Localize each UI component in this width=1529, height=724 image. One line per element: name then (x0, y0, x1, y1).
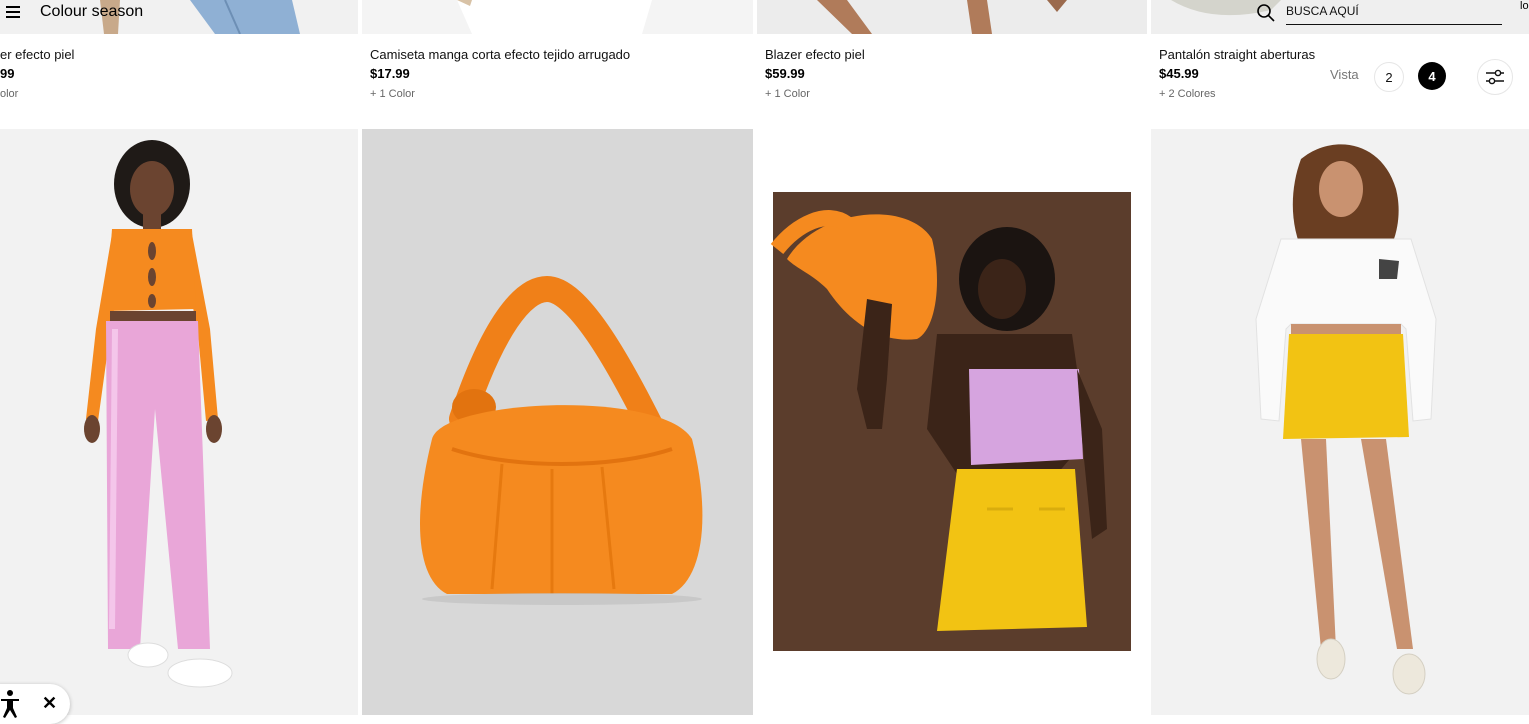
view-2-label: 2 (1385, 69, 1393, 85)
close-icon: ✕ (42, 693, 58, 713)
page-title: Colour season (40, 3, 144, 20)
search-button[interactable] (1256, 3, 1276, 23)
product-name: Pantalón straight aberturas (1159, 47, 1316, 62)
product-card-4-info[interactable]: Pantalón straight aberturas $45.99 + 2 C… (1159, 47, 1319, 107)
orange-bag-image (362, 129, 753, 715)
view-2-columns-button[interactable]: 2 (1374, 62, 1404, 92)
model-pink-pants-image (0, 129, 358, 715)
product-image-top-2[interactable] (362, 0, 753, 34)
product-name: Camiseta manga corta efecto tejido arrug… (370, 47, 631, 62)
product-name: er efecto piel (0, 47, 75, 62)
product-image-orange-bag[interactable] (362, 129, 753, 715)
product-card-1-info[interactable]: er efecto piel 99 olor (0, 47, 355, 107)
product-image-top-3[interactable] (757, 0, 1147, 34)
legs-image (757, 0, 1147, 34)
filter-button[interactable] (1477, 59, 1513, 95)
product-name: Blazer efecto piel (765, 47, 865, 62)
view-4-columns-button[interactable]: 4 (1418, 62, 1446, 90)
edge-link-fragment[interactable]: lo (1520, 0, 1529, 16)
product-card-3-info[interactable]: Blazer efecto piel $59.99 + 1 Color (765, 47, 1145, 107)
product-price: $45.99 (1159, 66, 1199, 81)
search-input[interactable]: BUSCA AQUÍ (1286, 2, 1502, 25)
product-price: 99 (0, 66, 15, 81)
product-colors: + 1 Color (370, 88, 415, 100)
menu-icon (6, 6, 20, 18)
menu-button[interactable] (4, 4, 22, 20)
product-colors: + 2 Colores (1159, 88, 1216, 100)
model-yellow-skirt-image (1151, 129, 1529, 715)
product-image-orange-top-pink-pants[interactable] (0, 129, 358, 715)
product-price: $17.99 (370, 66, 410, 81)
accessibility-button[interactable] (0, 689, 22, 719)
search-icon (1257, 4, 1275, 22)
product-image-editorial[interactable] (757, 129, 1147, 715)
accessibility-icon (1, 690, 19, 718)
product-image-white-top-yellow-skirt[interactable] (1151, 129, 1529, 715)
close-accessibility-button[interactable]: ✕ (42, 693, 58, 713)
view-label: Vista (1330, 67, 1359, 82)
product-price: $59.99 (765, 66, 805, 81)
white-pants-image (362, 0, 753, 34)
product-colors: olor (0, 88, 19, 100)
search-placeholder: BUSCA AQUÍ (1286, 4, 1359, 18)
filter-sliders-icon (1486, 69, 1504, 85)
view-4-label: 4 (1428, 68, 1436, 84)
product-colors: + 1 Color (765, 88, 810, 100)
editorial-model-image (757, 129, 1147, 715)
product-card-2-info[interactable]: Camiseta manga corta efecto tejido arrug… (370, 47, 750, 107)
